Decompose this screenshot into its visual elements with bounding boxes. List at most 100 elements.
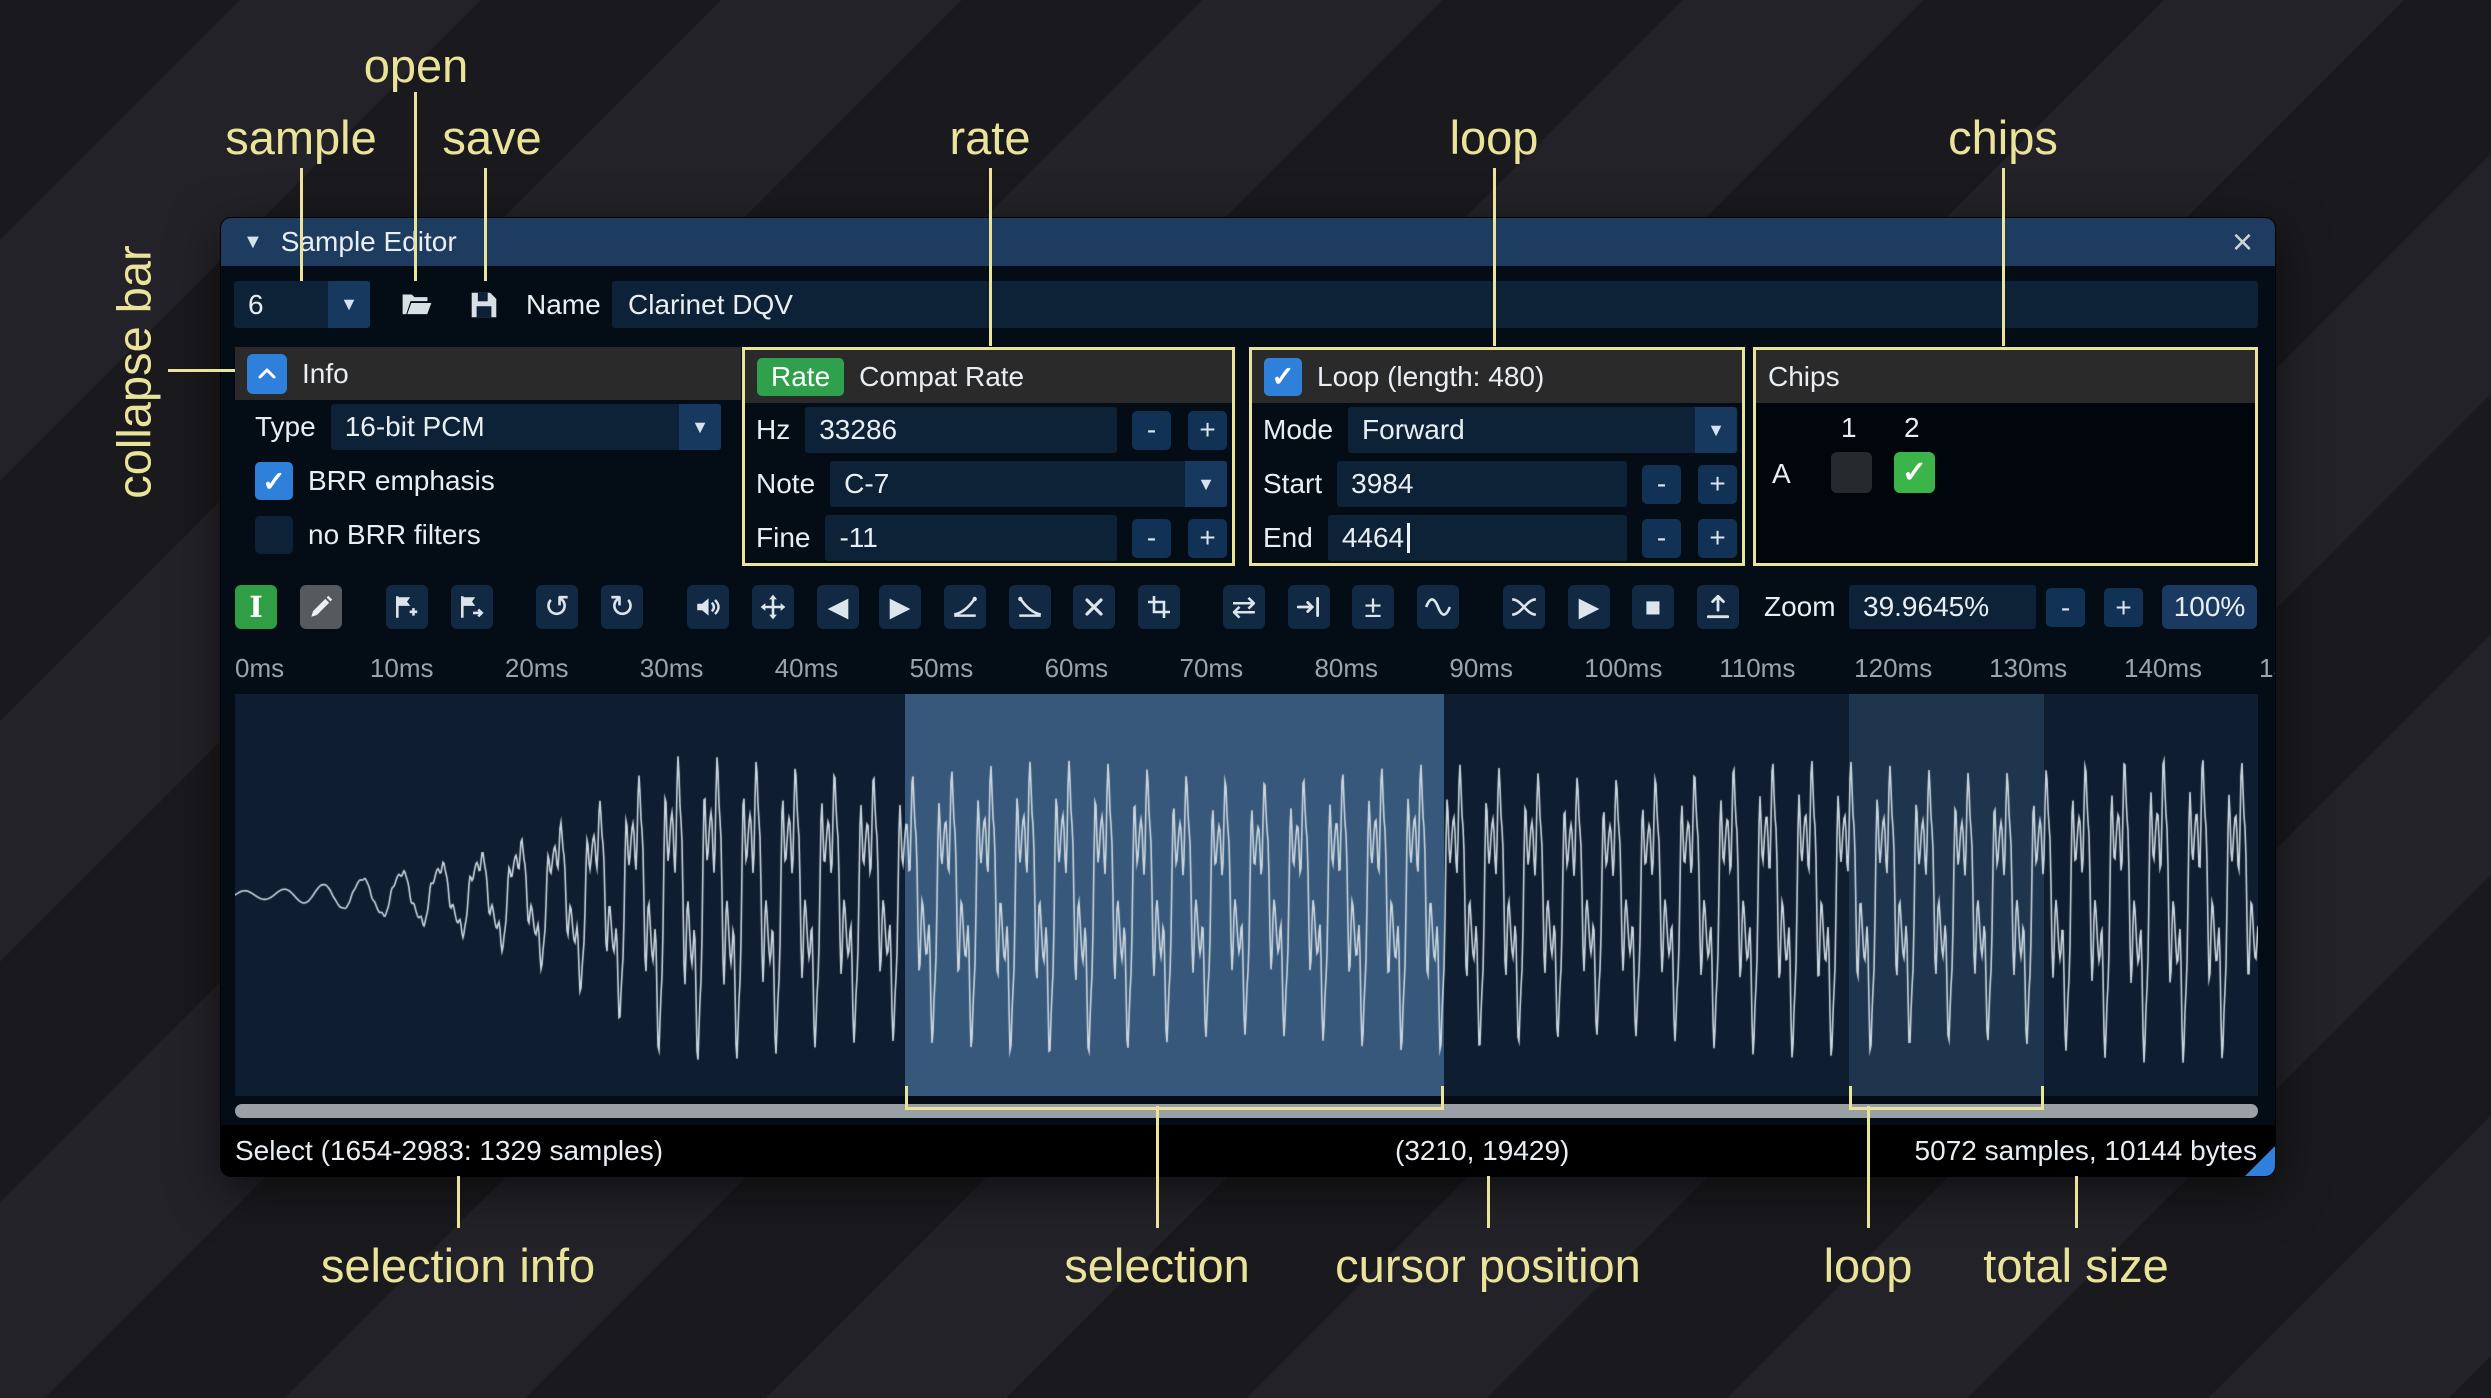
loop-end-input[interactable]: 4464 <box>1327 515 1627 561</box>
type-label: Type <box>255 411 316 442</box>
collapse-bar-button[interactable] <box>247 353 287 394</box>
chip-column-2: 2 <box>1904 412 1920 443</box>
note-select[interactable]: C-7 ▼ <box>830 461 1227 507</box>
zoom-input[interactable]: 39.9645% <box>1849 585 2036 629</box>
loop-start-input[interactable]: 3984 <box>1337 461 1627 507</box>
draw-tool-button[interactable] <box>300 585 342 629</box>
zoom-plus-button[interactable]: + <box>2104 588 2143 627</box>
fade-out-button[interactable] <box>1009 585 1051 629</box>
speaker-icon <box>697 598 720 616</box>
select-tool-button[interactable]: I <box>235 585 277 629</box>
hz-input[interactable]: 33286 <box>805 407 1117 453</box>
annotation-sample: sample <box>225 111 377 164</box>
annotation-selection: selection <box>1064 1239 1250 1292</box>
reverse-button[interactable]: ◀ <box>817 585 859 629</box>
chip-2-checkbox[interactable]: ✓ <box>1894 452 1935 493</box>
cursor-position-text: (3210, 19429) <box>1395 1135 1570 1166</box>
chips-header: Chips <box>1768 360 1840 392</box>
fine-minus-button[interactable]: - <box>1132 518 1171 558</box>
zoom-minus-button[interactable]: - <box>2046 588 2085 627</box>
chevron-up-icon <box>258 368 276 378</box>
chip-row-label: A <box>1772 458 1791 489</box>
waveform-view[interactable] <box>235 694 2258 1096</box>
resize-grip[interactable] <box>2245 1146 2275 1176</box>
save-sample-button[interactable] <box>462 283 506 327</box>
chip-1-checkbox[interactable] <box>1831 452 1872 493</box>
waveform-canvas[interactable] <box>235 694 2258 1096</box>
resample-button[interactable] <box>451 585 493 629</box>
annotation-total-size: total size <box>1983 1239 2169 1292</box>
text-cursor <box>1407 523 1411 553</box>
window-collapse-caret-icon[interactable]: ▼ <box>243 231 263 254</box>
rate-badge-button[interactable]: Rate <box>757 357 845 396</box>
open-sample-button[interactable] <box>395 283 439 327</box>
insert-button[interactable] <box>1288 585 1330 629</box>
timeline-label: 60ms <box>1044 653 1109 683</box>
preview-play-button[interactable]: ▶ <box>1568 585 1610 629</box>
chevron-down-icon[interactable]: ▼ <box>1185 461 1227 507</box>
loop-mode-select[interactable]: Forward ▼ <box>1348 407 1737 453</box>
loop-enable-checkbox[interactable]: ✓ <box>1264 357 1302 396</box>
plus-minus-icon: ± <box>1364 589 1382 624</box>
resize-button[interactable] <box>386 585 428 629</box>
trim-button[interactable] <box>1138 585 1180 629</box>
delete-button[interactable] <box>1073 585 1115 629</box>
filter-button[interactable] <box>1417 585 1459 629</box>
annotation-loop-bottom: loop <box>1823 1239 1913 1292</box>
fade-in-icon <box>953 596 977 617</box>
chevron-down-icon[interactable]: ▼ <box>1695 407 1737 453</box>
loop-start-plus-button[interactable]: + <box>1698 464 1737 504</box>
loop-end-minus-button[interactable]: - <box>1642 518 1681 558</box>
fine-input[interactable]: -11 <box>825 515 1117 561</box>
annotation-cursor-position: cursor position <box>1335 1239 1641 1292</box>
hz-label: Hz <box>756 414 791 445</box>
annotation-line-selection-info <box>457 1176 460 1228</box>
folder-open-icon <box>402 294 432 315</box>
resize-flag-icon <box>396 596 418 618</box>
loop-end-plus-button[interactable]: + <box>1698 518 1737 558</box>
loop-bracket <box>1849 1086 2044 1110</box>
amplify-button[interactable] <box>687 585 729 629</box>
fine-plus-button[interactable]: + <box>1188 518 1227 558</box>
timeline-label: 140ms <box>2124 653 2203 683</box>
create-wavetable-button[interactable] <box>1697 585 1739 629</box>
normalize-button[interactable] <box>752 585 794 629</box>
annotation-line-rate <box>989 168 992 346</box>
sample-number-select[interactable]: 6 ▼ <box>234 281 370 328</box>
undo-button[interactable]: ↺ <box>536 585 578 629</box>
redo-button[interactable]: ↻ <box>601 585 643 629</box>
arrows-cross-icon <box>760 594 786 620</box>
timeline-label: 100ms <box>1584 653 1663 683</box>
chip-column-1: 1 <box>1841 412 1857 443</box>
timeline-label: 10ms <box>369 653 434 683</box>
sign-invert-button[interactable]: ± <box>1352 585 1394 629</box>
annotation-line-loop-top <box>1493 168 1496 346</box>
hz-minus-button[interactable]: - <box>1132 410 1171 450</box>
no-brr-filters-checkbox[interactable] <box>255 516 293 554</box>
sample-name-input[interactable]: Clarinet DQV <box>612 281 2258 328</box>
chips-panel: Chips 1 2 A ✓ <box>1753 347 2258 566</box>
chevron-down-icon[interactable]: ▼ <box>328 281 370 328</box>
brr-emphasis-checkbox[interactable]: ✓ <box>255 462 293 500</box>
forward-icon: ▶ <box>889 591 911 622</box>
preview-stop-button[interactable]: ■ <box>1632 585 1674 629</box>
invert-button[interactable]: ▶ <box>879 585 921 629</box>
x-delete-icon <box>1085 598 1103 616</box>
chevron-down-icon[interactable]: ▼ <box>679 404 721 450</box>
loop-end-label: End <box>1263 522 1313 553</box>
depth-select[interactable]: 16-bit PCM ▼ <box>330 404 721 450</box>
fade-out-icon <box>1018 596 1042 617</box>
sample-number-value: 6 <box>248 288 264 320</box>
hz-plus-button[interactable]: + <box>1188 410 1227 450</box>
timeline-label: 80ms <box>1314 653 1379 683</box>
zoom-reset-button[interactable]: 100% <box>2162 585 2257 629</box>
crossfade-button[interactable] <box>1503 585 1545 629</box>
close-icon[interactable]: × <box>2232 224 2253 260</box>
exchange-button[interactable]: ⇄ <box>1223 585 1265 629</box>
loop-start-minus-button[interactable]: - <box>1642 464 1681 504</box>
annotation-line-chips <box>2002 168 2005 346</box>
annotation-line-total-size <box>2075 1176 2078 1228</box>
fade-in-button[interactable] <box>944 585 986 629</box>
titlebar[interactable]: ▼ Sample Editor × <box>221 218 2275 266</box>
total-size-text: 5072 samples, 10144 bytes <box>1914 1135 2257 1166</box>
